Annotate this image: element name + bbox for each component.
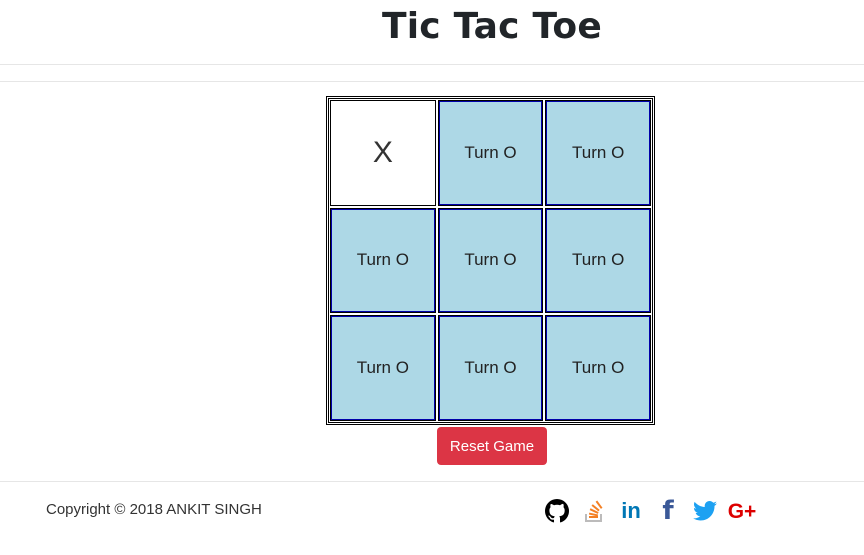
board-cell[interactable]: Turn O <box>437 207 544 314</box>
facebook-link[interactable]: f <box>655 498 681 524</box>
cell-label: Turn O <box>356 250 409 270</box>
page: Tic Tac Toe X Turn O Turn O Turn O Turn … <box>0 0 864 555</box>
github-link[interactable] <box>544 498 570 524</box>
board-cell: X <box>330 100 436 206</box>
board-cell[interactable]: Turn O <box>545 100 651 206</box>
header-divider-bottom <box>0 81 864 82</box>
github-icon <box>545 499 569 523</box>
board-cell[interactable]: Turn O <box>437 100 544 206</box>
page-title: Tic Tac Toe <box>382 6 602 47</box>
social-links: in f G+ <box>544 496 766 526</box>
game-board: X Turn O Turn O Turn O Turn O Turn O Tur… <box>326 96 655 425</box>
copyright-text: Copyright © 2018 ANKIT SINGH <box>46 501 262 518</box>
google-plus-icon: G+ <box>727 499 757 523</box>
stackoverflow-link[interactable] <box>581 498 607 524</box>
twitter-icon <box>693 501 717 521</box>
google-plus-link[interactable]: G+ <box>727 498 757 524</box>
twitter-link[interactable] <box>692 498 718 524</box>
header-divider-top <box>0 64 864 65</box>
footer-divider <box>0 481 864 482</box>
linkedin-link[interactable]: in <box>618 498 644 524</box>
board-cell[interactable]: Turn O <box>545 207 651 314</box>
reset-game-button[interactable]: Reset Game <box>437 427 547 465</box>
cell-label: Turn O <box>572 358 625 378</box>
board-cell[interactable]: Turn O <box>437 315 544 421</box>
cell-label: Turn O <box>464 358 517 378</box>
cell-label: Turn O <box>464 250 517 270</box>
stackoverflow-icon <box>585 500 603 522</box>
cell-label: Turn O <box>572 142 625 162</box>
cell-label: Turn O <box>572 250 625 270</box>
board-cell[interactable]: Turn O <box>330 207 436 314</box>
cell-label: Turn O <box>464 142 517 162</box>
board-cell[interactable]: Turn O <box>545 315 651 421</box>
facebook-icon: f <box>662 496 674 526</box>
linkedin-icon: in <box>621 498 641 523</box>
cell-label: Turn O <box>356 358 409 378</box>
cell-label: X <box>372 135 393 169</box>
board-cell[interactable]: Turn O <box>330 315 436 421</box>
